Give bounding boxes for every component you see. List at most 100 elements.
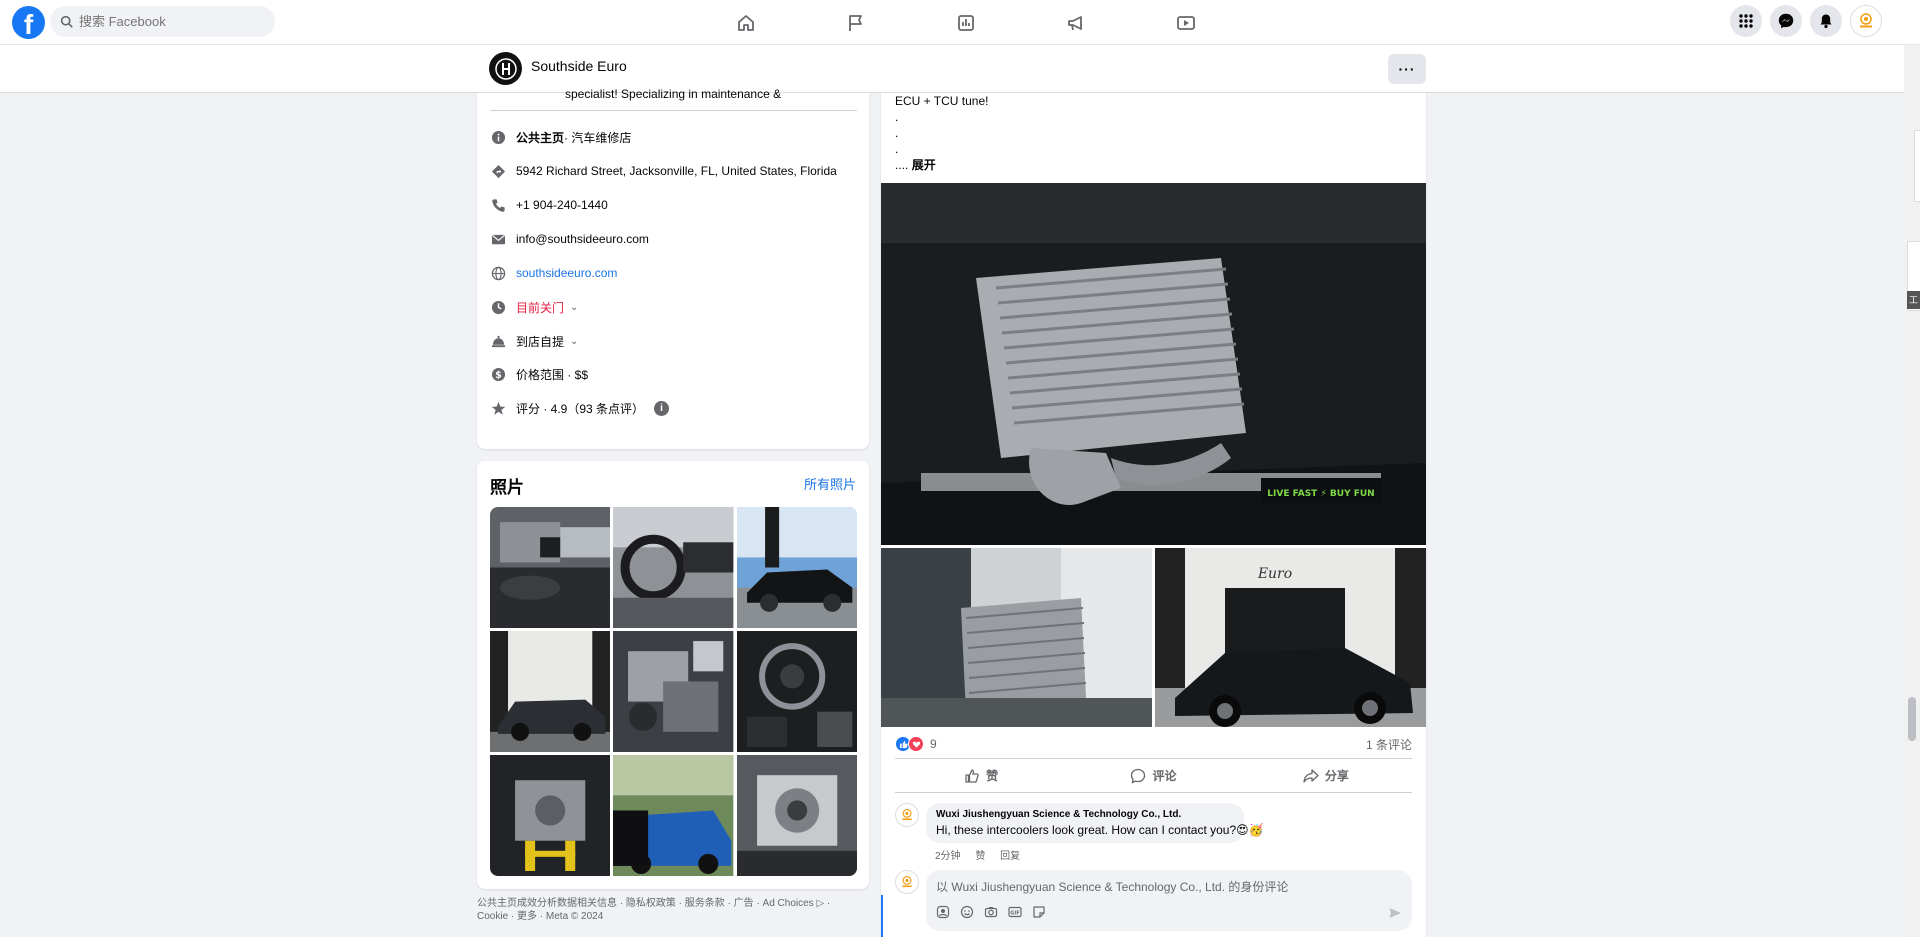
comment-bubble-icon — [1131, 768, 1146, 784]
photo-thumbnail[interactable] — [490, 507, 611, 628]
category-label: 公共主页 — [516, 131, 565, 145]
photo-thumbnail[interactable] — [490, 755, 611, 876]
side-panel-tab[interactable] — [1914, 130, 1920, 202]
price-text: 价格范围 · $$ — [516, 368, 589, 382]
post-photo-golf-r[interactable]: Euro — [1155, 548, 1426, 727]
comment-author[interactable]: Wuxi Jiushengyuan Science & Technology C… — [936, 809, 1234, 820]
search-box[interactable] — [50, 6, 275, 37]
emoji-icon[interactable] — [960, 905, 974, 919]
messenger-button[interactable] — [1770, 5, 1802, 37]
photos-title: 照片 — [490, 478, 524, 497]
chevron-down-icon[interactable]: ⌄ — [570, 336, 578, 347]
account-controls — [1730, 5, 1882, 37]
main-nav — [691, 0, 1241, 45]
page-logo-icon — [494, 57, 517, 80]
video-icon — [1177, 15, 1195, 30]
post-text-line: ECU + TCU tune! — [895, 94, 989, 108]
notifications-button[interactable] — [1810, 5, 1842, 37]
photo-thumbnail[interactable] — [736, 631, 857, 752]
account-avatar[interactable] — [1850, 5, 1882, 37]
comment-button[interactable]: 评论 — [1067, 759, 1239, 792]
post-dot: . — [895, 126, 899, 140]
company-logo-icon — [902, 808, 912, 821]
post-card: ECU + TCU tune! . . . .... 展开 LIVE FAST … — [881, 93, 1426, 937]
composer-tools: GIF — [936, 905, 1046, 919]
nav-home[interactable] — [691, 0, 801, 45]
website-link[interactable]: southsideeuro.com — [516, 266, 617, 280]
comment-text: Hi, these intercoolers look great. How c… — [936, 823, 1264, 837]
photo-thumbnail[interactable] — [490, 631, 611, 752]
facebook-logo-icon[interactable]: f — [12, 6, 45, 39]
reaction-summary[interactable]: 9 — [895, 736, 937, 752]
page-avatar[interactable] — [489, 52, 522, 85]
footer-links-line1[interactable]: 公共主页成效分析数据相关信息 · 隐私权政策 · 服务条款 · 广告 · Ad … — [477, 897, 869, 910]
directions-icon — [490, 163, 506, 179]
photo-thumbnail[interactable] — [736, 755, 857, 876]
comment-bubble: Wuxi Jiushengyuan Science & Technology C… — [926, 803, 1264, 843]
share-button[interactable]: 分享 — [1240, 759, 1412, 792]
clock-icon — [490, 300, 506, 316]
megaphone-icon — [1068, 15, 1082, 30]
info-pickup[interactable]: 到店自提 ⌄ — [490, 333, 578, 350]
footer-links-line2[interactable]: Cookie · 更多 · Meta © 2024 — [477, 910, 869, 923]
comment-reply-link[interactable]: 回复 — [1000, 851, 1020, 862]
info-icon[interactable]: i — [654, 401, 670, 416]
page-footer-links: 公共主页成效分析数据相关信息 · 隐私权政策 · 服务条款 · 广告 · Ad … — [477, 897, 869, 923]
nav-video[interactable] — [1131, 0, 1241, 45]
info-phone: +1 904-240-1440 — [490, 197, 608, 213]
info-hours[interactable]: 目前关门 ⌄ — [490, 299, 578, 316]
page-intro-card: specialist! Specializing in maintenance … — [477, 87, 869, 449]
post-photo-intercooler[interactable]: LIVE FAST ⚡ BUY FUN — [881, 183, 1426, 545]
photos-grid — [490, 507, 857, 876]
info-address: 5942 Richard Street, Jacksonville, FL, U… — [490, 163, 837, 179]
comment-time[interactable]: 2分钟 — [935, 851, 961, 862]
page-more-button[interactable]: ··· — [1388, 54, 1426, 84]
comment-like-link[interactable]: 赞 — [975, 851, 985, 862]
dollar-icon: $ — [490, 367, 506, 383]
pickup-text[interactable]: 到店自提 — [516, 333, 564, 350]
menu-button[interactable] — [1730, 5, 1762, 37]
hours-status[interactable]: 目前关门 — [516, 299, 564, 316]
star-icon — [490, 401, 506, 417]
chevron-down-icon[interactable]: ⌄ — [570, 302, 578, 313]
scrollbar-thumb[interactable] — [1908, 697, 1916, 741]
svg-text:Euro: Euro — [1257, 566, 1292, 582]
flag-icon — [849, 14, 862, 31]
send-button[interactable] — [1388, 906, 1402, 925]
phone-text: +1 904-240-1440 — [516, 198, 608, 212]
photos-card: 照片 所有照片 — [477, 461, 869, 889]
info-website: southsideeuro.com — [490, 265, 617, 281]
sticker-icon[interactable] — [1032, 905, 1046, 919]
comment-count[interactable]: 1 条评论 — [1366, 736, 1412, 753]
all-photos-link[interactable]: 所有照片 — [804, 474, 856, 493]
reaction-count[interactable]: 9 — [930, 737, 937, 751]
photo-thumbnail[interactable] — [613, 631, 734, 752]
page-title[interactable]: Southside Euro — [531, 58, 627, 74]
like-button[interactable]: 赞 — [895, 759, 1067, 792]
photo-thumbnail[interactable] — [613, 507, 734, 628]
photo-thumbnail[interactable] — [736, 507, 857, 628]
commenter-avatar[interactable] — [895, 803, 919, 827]
avatar-sticker-icon[interactable] — [936, 905, 950, 919]
apps-icon — [1739, 14, 1753, 28]
svg-text:$: $ — [495, 370, 502, 381]
see-more-link[interactable]: 展开 — [912, 158, 936, 172]
nav-pages[interactable] — [801, 0, 911, 45]
service-bell-icon — [490, 334, 506, 350]
comment-input[interactable]: 以 Wuxi Jiushengyuan Science & Technology… — [926, 870, 1412, 931]
nav-ads[interactable] — [1021, 0, 1131, 45]
side-tab-label[interactable]: 工 — [1907, 291, 1920, 309]
photo-thumbnail[interactable] — [613, 755, 734, 876]
address-text: 5942 Richard Street, Jacksonville, FL, U… — [516, 164, 837, 178]
comment-label: 评论 — [1152, 769, 1177, 783]
nav-insights[interactable] — [911, 0, 1021, 45]
like-label: 赞 — [986, 769, 999, 783]
camera-icon[interactable] — [984, 905, 998, 919]
search-input[interactable] — [79, 14, 259, 29]
composer-avatar[interactable] — [895, 870, 919, 894]
post-photo-engine-bay[interactable] — [881, 548, 1152, 727]
search-icon — [60, 15, 73, 28]
gif-icon[interactable]: GIF — [1008, 905, 1022, 919]
divider — [490, 110, 857, 111]
info-email: info@southsideeuro.com — [490, 231, 649, 247]
